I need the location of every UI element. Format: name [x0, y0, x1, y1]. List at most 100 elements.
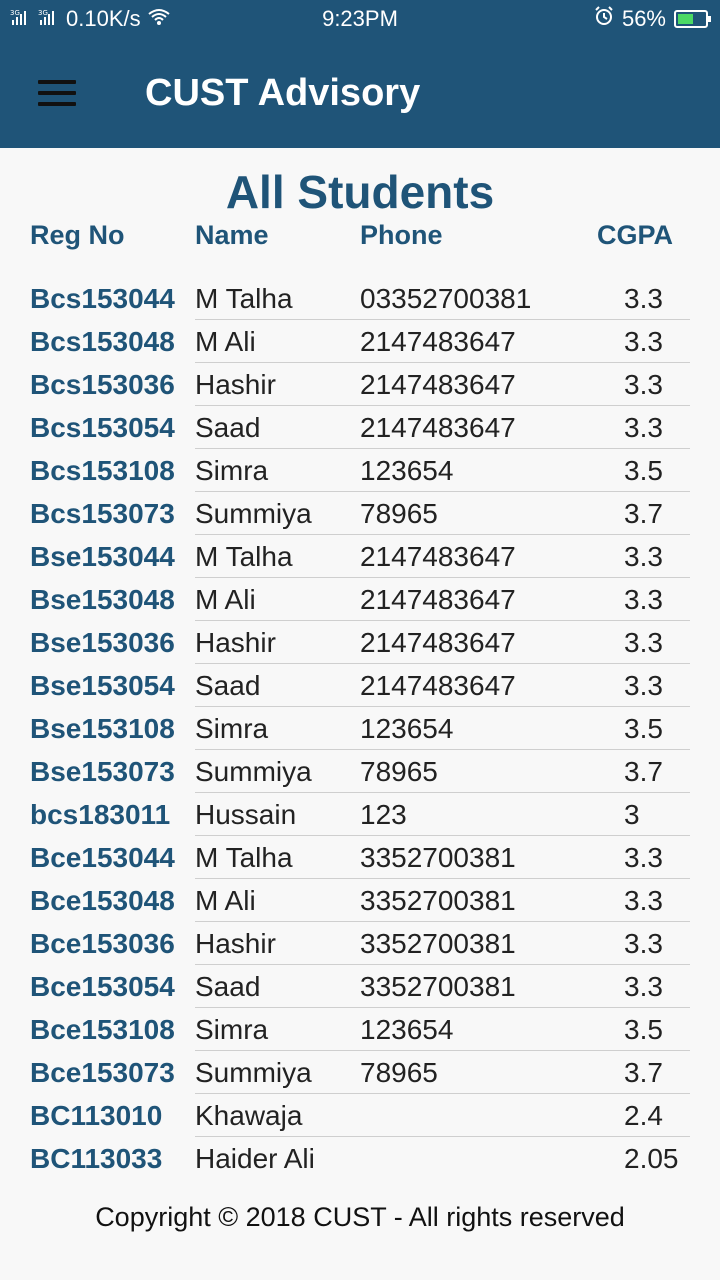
name-cell: Haider Ali — [195, 1143, 315, 1174]
name-cell: Khawaja — [195, 1100, 303, 1131]
table-row[interactable]: Bcs153054 Saad 2147483647 3.3 — [0, 406, 720, 449]
reg-no-cell: Bce153036 — [30, 928, 175, 959]
phone-cell: 123654 — [360, 455, 454, 486]
alarm-icon — [594, 6, 614, 32]
footer-copyright: Copyright © 2018 CUST - All rights reser… — [95, 1202, 625, 1232]
name-cell: M Ali — [195, 584, 256, 615]
phone-cell: 78965 — [360, 756, 438, 787]
phone-cell: 78965 — [360, 498, 438, 529]
phone-cell: 2147483647 — [360, 670, 516, 701]
table-row[interactable]: Bce153048 M Ali 3352700381 3.3 — [0, 879, 720, 922]
status-bar-right: 56% — [594, 6, 711, 32]
cgpa-cell: 3.5 — [624, 455, 663, 486]
table-row[interactable]: Bse153108 Simra 123654 3.5 — [0, 707, 720, 750]
cgpa-cell: 3.3 — [624, 412, 663, 443]
reg-no-cell: Bce153048 — [30, 885, 175, 916]
phone-cell: 3352700381 — [360, 928, 516, 959]
table-row[interactable]: Bcs153036 Hashir 2147483647 3.3 — [0, 363, 720, 406]
table-header: Reg No Name Phone CGPA — [0, 220, 720, 260]
reg-no-cell: Bce153108 — [30, 1014, 175, 1045]
phone-cell: 2147483647 — [360, 326, 516, 357]
reg-no-cell: Bse153073 — [30, 756, 175, 787]
battery-fill — [678, 14, 693, 24]
reg-no-cell: Bcs153054 — [30, 412, 175, 443]
name-cell: Summiya — [195, 498, 312, 529]
cgpa-cell: 2.4 — [624, 1100, 663, 1131]
table-row[interactable]: Bce153108 Simra 123654 3.5 — [0, 1008, 720, 1051]
table-row[interactable]: Bcs153044 M Talha 03352700381 3.3 — [0, 277, 720, 320]
hamburger-menu-icon[interactable] — [38, 80, 76, 106]
phone-cell: 2147483647 — [360, 584, 516, 615]
phone-cell: 2147483647 — [360, 369, 516, 400]
phone-cell: 123654 — [360, 713, 454, 744]
name-cell: Saad — [195, 670, 261, 701]
cgpa-cell: 3.3 — [624, 928, 663, 959]
cgpa-cell: 3.7 — [624, 1057, 663, 1088]
reg-no-cell: Bce153073 — [30, 1057, 175, 1088]
app-bar: CUST Advisory — [0, 40, 720, 148]
cgpa-cell: 3.3 — [624, 283, 663, 314]
cgpa-cell: 3.3 — [624, 885, 663, 916]
table-row[interactable]: Bse153048 M Ali 2147483647 3.3 — [0, 578, 720, 621]
reg-no-cell: Bcs153073 — [30, 498, 175, 529]
table-row[interactable]: Bce153073 Summiya 78965 3.7 — [0, 1051, 720, 1094]
cgpa-cell: 3.3 — [624, 627, 663, 658]
reg-no-cell: bcs183011 — [30, 799, 171, 830]
cgpa-cell: 3.5 — [624, 713, 663, 744]
phone-cell: 3352700381 — [360, 842, 516, 873]
cgpa-cell: 3.3 — [624, 584, 663, 615]
phone-cell: 2147483647 — [360, 627, 516, 658]
cgpa-cell: 3 — [624, 799, 640, 830]
cgpa-cell: 3.3 — [624, 326, 663, 357]
phone-cell: 3352700381 — [360, 885, 516, 916]
name-cell: Hashir — [195, 627, 276, 658]
table-row[interactable]: Bcs153108 Simra 123654 3.5 — [0, 449, 720, 492]
app-title: CUST Advisory — [145, 72, 421, 114]
name-cell: M Talha — [195, 283, 293, 314]
cgpa-cell: 3.3 — [624, 971, 663, 1002]
reg-no-cell: Bse153044 — [30, 541, 175, 572]
column-header-cgpa: CGPA — [597, 220, 674, 250]
name-cell: Saad — [195, 971, 261, 1002]
reg-no-cell: Bce153054 — [30, 971, 175, 1002]
name-cell: Simra — [195, 455, 269, 486]
table-row[interactable]: bcs183011 Hussain 123 3 — [0, 793, 720, 836]
name-cell: Hussain — [195, 799, 297, 830]
table-row[interactable]: Bce153054 Saad 3352700381 3.3 — [0, 965, 720, 1008]
name-cell: M Talha — [195, 541, 293, 572]
name-cell: Summiya — [195, 756, 312, 787]
table-row[interactable]: Bcs153048 M Ali 2147483647 3.3 — [0, 320, 720, 363]
cgpa-cell: 3.3 — [624, 369, 663, 400]
name-cell: Saad — [195, 412, 261, 443]
table-row[interactable]: BC113010 Khawaja 2.4 — [0, 1094, 720, 1137]
table-row[interactable]: Bcs153073 Summiya 78965 3.7 — [0, 492, 720, 535]
name-cell: Simra — [195, 1014, 269, 1045]
cgpa-cell: 3.5 — [624, 1014, 663, 1045]
name-cell: M Ali — [195, 885, 256, 916]
phone-cell: 2147483647 — [360, 412, 516, 443]
cgpa-cell: 3.7 — [624, 498, 663, 529]
reg-no-cell: Bcs153048 — [30, 326, 175, 357]
reg-no-cell: Bcs153044 — [30, 283, 175, 314]
column-header-name: Name — [195, 220, 269, 250]
students-table: Bcs153044 M Talha 03352700381 3.3 Bcs153048 M… — [0, 277, 720, 1180]
table-row[interactable]: Bse153044 M Talha 2147483647 3.3 — [0, 535, 720, 578]
reg-no-cell: BC113033 — [30, 1143, 163, 1174]
cgpa-cell: 3.3 — [624, 670, 663, 701]
name-cell: Summiya — [195, 1057, 312, 1088]
table-row[interactable]: BC113033 Haider Ali 2.05 — [0, 1137, 720, 1180]
table-row[interactable]: Bce153036 Hashir 3352700381 3.3 — [0, 922, 720, 965]
name-cell: Hashir — [195, 369, 276, 400]
reg-no-cell: Bse153108 — [30, 713, 175, 744]
page-title: All Students — [225, 166, 495, 218]
phone-cell: 2147483647 — [360, 541, 516, 572]
name-cell: Simra — [195, 713, 269, 744]
reg-no-cell: Bcs153108 — [30, 455, 175, 486]
table-row[interactable]: Bse153036 Hashir 2147483647 3.3 — [0, 621, 720, 664]
table-row[interactable]: Bse153073 Summiya 78965 3.7 — [0, 750, 720, 793]
reg-no-cell: Bse153054 — [30, 670, 175, 701]
table-row[interactable]: Bce153044 M Talha 3352700381 3.3 — [0, 836, 720, 879]
table-row[interactable]: Bse153054 Saad 2147483647 3.3 — [0, 664, 720, 707]
reg-no-cell: Bse153048 — [30, 584, 175, 615]
cgpa-cell: 2.05 — [624, 1143, 679, 1174]
